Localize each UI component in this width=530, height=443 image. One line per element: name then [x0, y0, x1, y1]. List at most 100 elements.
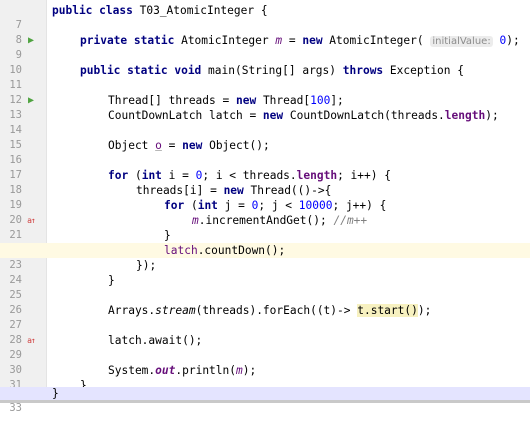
- code-text: });: [136, 258, 156, 273]
- code-line-30[interactable]: 30: [0, 348, 530, 376]
- static-field: out: [155, 364, 176, 377]
- constructor-call: Object();: [202, 139, 270, 152]
- keyword: int: [141, 169, 162, 182]
- code-text: for (int i = 0; i < threads.length; i++)…: [108, 168, 391, 183]
- type-name: AtomicInteger: [181, 34, 276, 47]
- code-line-8[interactable]: 8: [0, 18, 530, 46]
- code-line-12[interactable]: 12: [0, 78, 530, 106]
- loop-condition: ; j <: [258, 199, 299, 212]
- code-text: latch.countDown();: [164, 243, 285, 258]
- code-text: Thread[] threads = new Thread[100];: [108, 93, 344, 108]
- code-line-31[interactable]: 31 System.out.println(m);: [0, 363, 530, 391]
- lambda-end: });: [136, 259, 157, 272]
- code-text: CountDownLatch latch = new CountDownLatc…: [108, 108, 499, 123]
- line-number: 33: [9, 402, 22, 414]
- number-literal: 100: [310, 94, 331, 107]
- code-line-7[interactable]: 7 ▶ public class T03_AtomicInteger {: [0, 3, 530, 46]
- code-line-20[interactable]: 20 for (int j = 0; j < 10000; j++) {: [0, 198, 530, 226]
- code-line-18[interactable]: 18 for (int i = 0; i < threads.length; i…: [0, 168, 530, 196]
- keyword: new: [182, 139, 203, 152]
- code-line-15[interactable]: 15: [0, 123, 530, 151]
- loop-condition: ; i < threads.: [202, 169, 297, 182]
- keyword: new: [235, 94, 257, 107]
- declaration: Thread[] threads =: [108, 94, 236, 107]
- lambda-expression: (threads).forEach((t)->: [195, 304, 358, 317]
- punctuation: (: [128, 169, 142, 182]
- code-editor[interactable]: 7 ▶ public class T03_AtomicInteger { 8 9…: [0, 0, 530, 414]
- highlighted-call: t.start(): [357, 304, 418, 317]
- keyword: public: [52, 4, 93, 17]
- punctuation: );: [242, 364, 257, 377]
- punctuation: );: [506, 34, 520, 47]
- code-text: }: [164, 228, 171, 243]
- number-literal: 10000: [298, 199, 333, 212]
- closing-brace: }: [164, 229, 171, 242]
- field-name: length: [444, 109, 486, 122]
- code-text: threads[i] = new Thread(()->{: [136, 183, 331, 198]
- code-line-14[interactable]: 14 CountDownLatch latch = new CountDownL…: [0, 108, 530, 136]
- punctuation: ];: [330, 94, 344, 107]
- declaration: CountDownLatch latch =: [108, 109, 263, 122]
- code-line-24[interactable]: 24 });: [0, 258, 530, 286]
- code-line-9[interactable]: 9 private static AtomicInteger m = new A…: [0, 33, 530, 61]
- keyword: class: [99, 4, 133, 17]
- operator: =: [161, 139, 183, 152]
- code-line-10[interactable]: 10: [0, 48, 530, 76]
- code-text: private static AtomicInteger m = new Ato…: [80, 33, 520, 48]
- code-line-25[interactable]: 25 }: [0, 273, 530, 301]
- type-name: Object: [108, 139, 156, 152]
- assignment: threads[i] =: [136, 184, 224, 197]
- loop-increment: ; i++) {: [337, 169, 391, 182]
- code-line-33[interactable]: 33 }: [0, 387, 530, 414]
- method-call: latch.await();: [108, 334, 203, 347]
- code-text: }: [108, 273, 115, 288]
- keyword: new: [262, 109, 284, 122]
- code-text: for (int j = 0; j < 10000; j++) {: [164, 198, 386, 213]
- code-line-13[interactable]: 13 Thread[] threads = new Thread[100];: [0, 93, 530, 121]
- punctuation: );: [485, 109, 499, 122]
- code-line-11[interactable]: 11 ▶ public static void main(String[] ar…: [0, 63, 530, 106]
- class-reference: System.: [108, 364, 156, 377]
- keyword: for: [164, 199, 185, 212]
- code-line-27[interactable]: 27 a↑ Arrays.stream(threads).forEach((t)…: [0, 303, 530, 345]
- keyword: new: [223, 184, 244, 197]
- operator: =: [282, 34, 303, 47]
- method-call: .countDown();: [197, 244, 286, 257]
- parameter-hint: initialValue:: [430, 36, 493, 47]
- exception-type: Exception {: [383, 64, 464, 77]
- constructor-call: CountDownLatch(threads.: [283, 109, 445, 122]
- code-line-29[interactable]: 29 latch.await();: [0, 333, 530, 361]
- code-line-22[interactable]: 22 }: [0, 228, 530, 256]
- keyword: static: [127, 64, 168, 77]
- code-text: public class T03_AtomicInteger {: [52, 3, 268, 18]
- code-text: }: [52, 387, 59, 401]
- keyword: throws: [342, 64, 384, 77]
- code-line-23[interactable]: 23 latch.countDown();: [0, 243, 530, 271]
- keyword: public: [80, 64, 121, 77]
- field-name: length: [296, 169, 338, 182]
- code-line-21[interactable]: 21 m.incrementAndGet(); //m++: [0, 213, 530, 241]
- punctuation: (: [184, 199, 198, 212]
- code-line-16[interactable]: 16 Object o = new Object();: [0, 138, 530, 166]
- loop-variable: j =: [217, 199, 252, 212]
- code-line-17[interactable]: 17: [0, 153, 530, 181]
- constructor-call: AtomicInteger(: [322, 34, 424, 47]
- code-text: latch.await();: [108, 333, 202, 348]
- loop-increment: ; j++) {: [332, 199, 387, 212]
- code-text: Arrays.stream(threads).forEach((t)-> t.s…: [108, 303, 431, 318]
- variable-name: latch: [164, 244, 198, 257]
- keyword: void: [174, 64, 202, 77]
- closing-brace: }: [52, 387, 59, 400]
- code-text: Object o = new Object();: [108, 138, 270, 153]
- code-line-28[interactable]: 28: [0, 318, 530, 346]
- method-call: .println(: [175, 364, 236, 377]
- code-line-19[interactable]: 19 a↑ threads[i] = new Thread(()->{: [0, 183, 530, 225]
- keyword: private: [80, 34, 128, 47]
- loop-variable: i =: [161, 169, 196, 182]
- class-reference: Arrays.: [108, 304, 156, 317]
- field-name: m: [236, 364, 243, 377]
- static-method: stream: [155, 304, 196, 317]
- field-name: m: [192, 214, 199, 227]
- code-line-26[interactable]: 26: [0, 288, 530, 316]
- punctuation: );: [417, 304, 432, 317]
